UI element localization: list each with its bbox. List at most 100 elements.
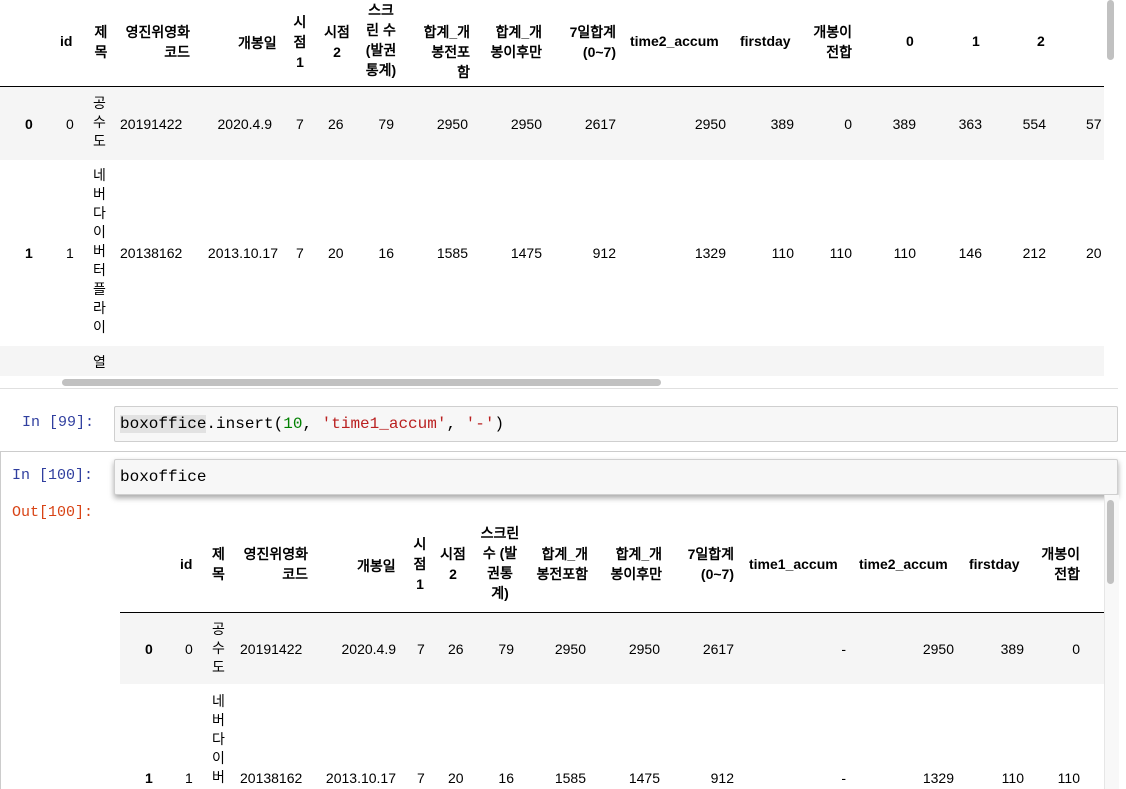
cell-title: 공수도 xyxy=(93,95,106,149)
cell-sum-post: 2950 xyxy=(510,116,542,132)
top-col-0: 0 xyxy=(906,33,914,49)
bot-col-t1: 시점1 xyxy=(413,536,427,592)
top-col-screens: 스크린 수 (발권통계) xyxy=(365,2,397,78)
cell-c3: 20 xyxy=(1086,245,1102,261)
code-sep: , xyxy=(446,415,466,433)
cell-t2: 26 xyxy=(328,116,344,132)
cell-7day: 912 xyxy=(592,245,616,261)
cell-sum-post: 1475 xyxy=(628,770,660,786)
code-string: 'time1_accum' xyxy=(321,415,447,433)
cell-pre-sum: 0 xyxy=(844,116,852,132)
bot-col-release: 개봉일 xyxy=(357,558,396,574)
top-col-t1: 시점1 xyxy=(293,14,307,70)
bot-col-id: id xyxy=(180,556,193,572)
cell-firstday: 389 xyxy=(770,116,794,132)
top-output-area[interactable]: id 제목 영진위영화코드 개봉일 시점1 시점2 스크린 수 (발권통계) 합… xyxy=(0,0,1104,376)
top-col-title: 제목 xyxy=(94,24,108,60)
cell-t2: 20 xyxy=(448,770,464,786)
cell-t1: 7 xyxy=(417,641,425,657)
cell-time2: 2950 xyxy=(694,116,726,132)
cell-c1: 146 xyxy=(958,245,982,261)
bot-col-7day: 7일합계 (0~7) xyxy=(687,546,734,582)
top-horizontal-scrollbar[interactable] xyxy=(62,379,661,386)
top-col-sum-post: 합계_개봉이후만 xyxy=(490,24,542,60)
cell-release: 2020.4.9 xyxy=(341,641,397,657)
bot-col-t2: 시점2 xyxy=(440,546,466,582)
code-end: ) xyxy=(494,415,505,433)
cell-id: 0 xyxy=(185,641,193,657)
cell-screens: 79 xyxy=(378,116,394,132)
bot-col-screens: 스크린 수 (발권통계) xyxy=(480,525,520,601)
bot-col-sum-pre: 합계_개봉전포함 xyxy=(536,546,588,582)
cell-time2: 1329 xyxy=(694,245,726,261)
output-divider xyxy=(0,388,1118,389)
cell-code: 20138162 xyxy=(120,245,183,261)
cell-pre-sum: 110 xyxy=(1057,770,1080,786)
top-col-time2: time2_accum xyxy=(630,33,719,49)
bottom-vertical-scrollbar[interactable] xyxy=(1107,500,1114,584)
cell-screens: 79 xyxy=(498,641,514,657)
cell-sum-pre: 1585 xyxy=(554,770,586,786)
cell-title: 네버다이버터플라이 xyxy=(93,167,106,335)
cell-c2: 554 xyxy=(1022,116,1046,132)
bot-col-time1: time1_accum xyxy=(749,556,838,572)
cell-100-prompt: In [100]: xyxy=(12,467,94,484)
cell-code: 20191422 xyxy=(120,116,183,132)
cell-99-input[interactable]: boxoffice.insert(10, 'time1_accum', '-') xyxy=(114,406,1118,442)
cell-firstday: 110 xyxy=(771,245,794,261)
cell-c0: 110 xyxy=(893,245,916,261)
cell-c3: 57 xyxy=(1086,116,1102,132)
code-string: '-' xyxy=(465,415,495,433)
top-col-pre-sum: 개봉이전합 xyxy=(813,24,852,60)
code-variable: boxoffice xyxy=(120,415,207,433)
top-col-sum-pre: 합계_개봉전포함 xyxy=(423,24,470,80)
cell-sum-pre: 2950 xyxy=(554,641,586,657)
cell-title: 네버다이버 xyxy=(212,693,225,785)
code-number: 10 xyxy=(283,415,303,433)
top-col-t2: 시점2 xyxy=(324,24,350,60)
top-col-release: 개봉일 xyxy=(238,35,277,51)
cell-title: 공수도 xyxy=(212,621,225,675)
bottom-output-area[interactable]: id 제목 영진위영화코드 개봉일 시점1 시점2 스크린 수 (발권통계) 합… xyxy=(112,498,1104,789)
cell-sum-pre: 2950 xyxy=(436,116,468,132)
cell-100-out-prompt: Out[100]: xyxy=(12,504,94,521)
bot-col-time2: time2_accum xyxy=(859,556,948,572)
top-col-firstday: firstday xyxy=(740,33,791,49)
cell-sum-pre: 1585 xyxy=(436,245,468,261)
cell-sum-post: 2950 xyxy=(628,641,660,657)
cell-sum-post: 1475 xyxy=(510,245,542,261)
cell-firstday: 389 xyxy=(1000,641,1024,657)
code-method: .insert( xyxy=(206,415,284,433)
cell-c2: 212 xyxy=(1022,245,1046,261)
bot-col-sum-post: 합계_개봉이후만 xyxy=(610,546,662,582)
bot-col-firstday: firstday xyxy=(969,556,1020,572)
cell-pre-sum: 0 xyxy=(1072,641,1080,657)
cell-t2: 26 xyxy=(448,641,464,657)
cell-t1: 7 xyxy=(296,245,304,261)
cell-100-input[interactable]: boxoffice xyxy=(114,459,1118,495)
cell-release: 2013.10.17 xyxy=(325,770,396,786)
cell-title: 열 xyxy=(93,354,106,370)
cell-id: 0 xyxy=(66,116,74,132)
cell-code: 20138162 xyxy=(240,770,303,786)
row-index: 1 xyxy=(25,245,33,261)
cell-t2: 20 xyxy=(328,245,344,261)
cell-t1: 7 xyxy=(296,116,304,132)
top-col-1: 1 xyxy=(972,33,980,49)
top-vertical-scrollbar[interactable] xyxy=(1107,0,1114,60)
cell-7day: 912 xyxy=(710,770,734,786)
cell-pre-sum: 110 xyxy=(829,245,852,261)
table-row xyxy=(0,346,1104,376)
cell-id: 1 xyxy=(185,770,193,786)
cell-t1: 7 xyxy=(417,770,425,786)
cell-code: 20191422 xyxy=(240,641,303,657)
bot-col-code: 영진위영화코드 xyxy=(243,546,308,582)
cell-time1: - xyxy=(841,641,846,657)
cell-screens: 16 xyxy=(378,245,394,261)
cell-id: 1 xyxy=(66,245,74,261)
bot-col-title: 제목 xyxy=(212,546,225,582)
cell-time1: - xyxy=(841,770,846,786)
cell-99-prompt: In [99]: xyxy=(22,414,95,431)
top-col-7day: 7일합계 (0~7) xyxy=(569,24,616,60)
cell-c1: 363 xyxy=(958,116,982,132)
